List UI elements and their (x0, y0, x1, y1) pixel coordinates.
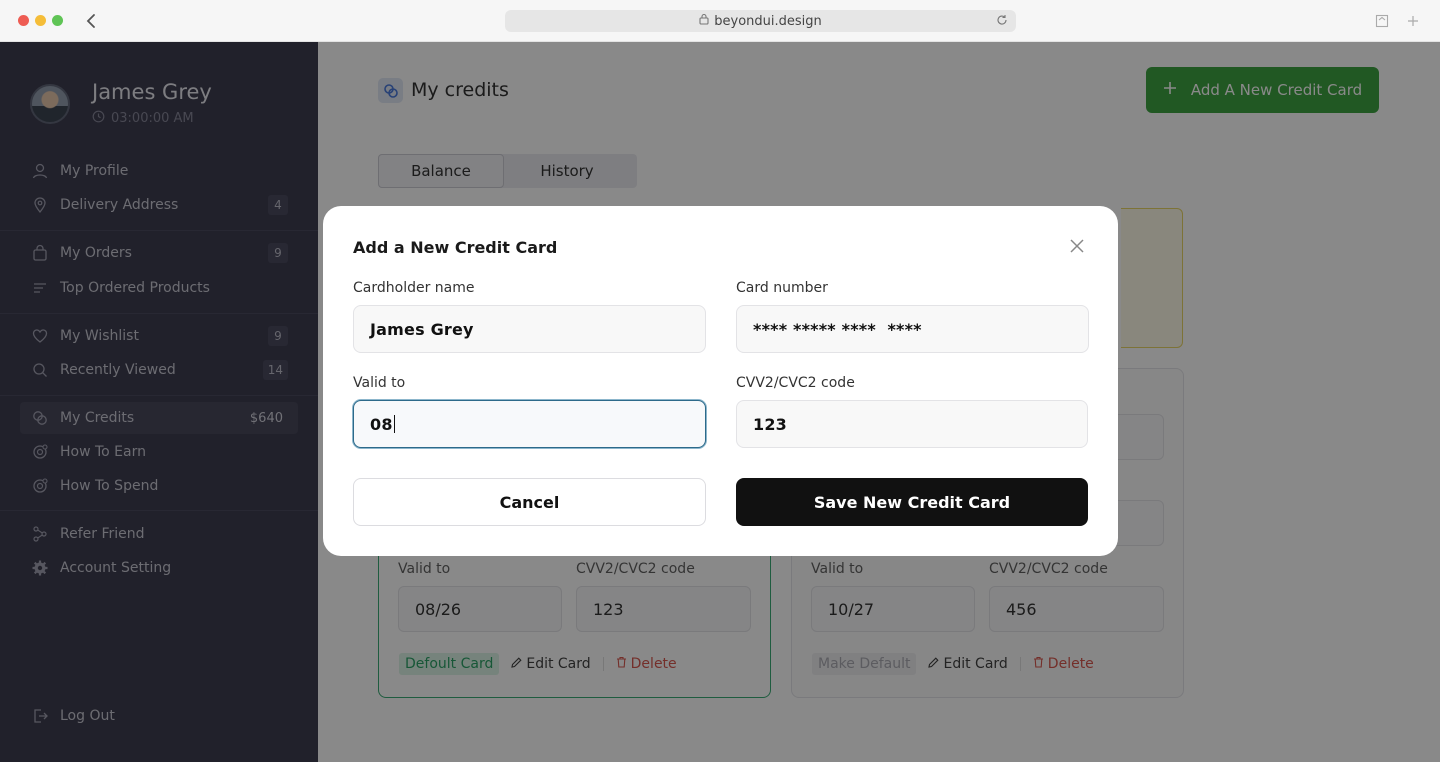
maximize-window-button[interactable] (52, 15, 63, 26)
close-window-button[interactable] (18, 15, 29, 26)
new-tab-icon[interactable] (1406, 13, 1420, 32)
reload-icon[interactable] (996, 14, 1008, 30)
text-caret (393, 415, 395, 433)
save-credit-card-button[interactable]: Save New Credit Card (736, 478, 1088, 526)
valid-to-value: 08 (370, 414, 393, 434)
close-icon[interactable] (1069, 238, 1085, 254)
cancel-button[interactable]: Cancel (353, 478, 706, 526)
address-bar[interactable]: beyondui.design (505, 10, 1016, 32)
valid-to-label: Valid to (353, 375, 406, 391)
share-icon[interactable] (1375, 13, 1389, 32)
add-credit-card-modal: Add a New Credit Card Cardholder name Ja… (323, 206, 1118, 556)
lock-icon (699, 13, 709, 29)
url-text: beyondui.design (714, 13, 822, 29)
cvv-label: CVV2/CVC2 code (736, 375, 855, 391)
browser-toolbar: beyondui.design (0, 0, 1440, 42)
modal-title: Add a New Credit Card (353, 238, 558, 257)
cvv-field[interactable]: 123 (736, 400, 1088, 448)
cardholder-name-label: Cardholder name (353, 280, 475, 296)
valid-to-field[interactable]: 08 (353, 400, 706, 448)
back-icon[interactable] (82, 10, 102, 32)
minimize-window-button[interactable] (35, 15, 46, 26)
card-number-field[interactable]: **** ***** **** **** (736, 305, 1089, 353)
card-number-label: Card number (736, 280, 828, 296)
cardholder-name-field[interactable]: James Grey (353, 305, 706, 353)
